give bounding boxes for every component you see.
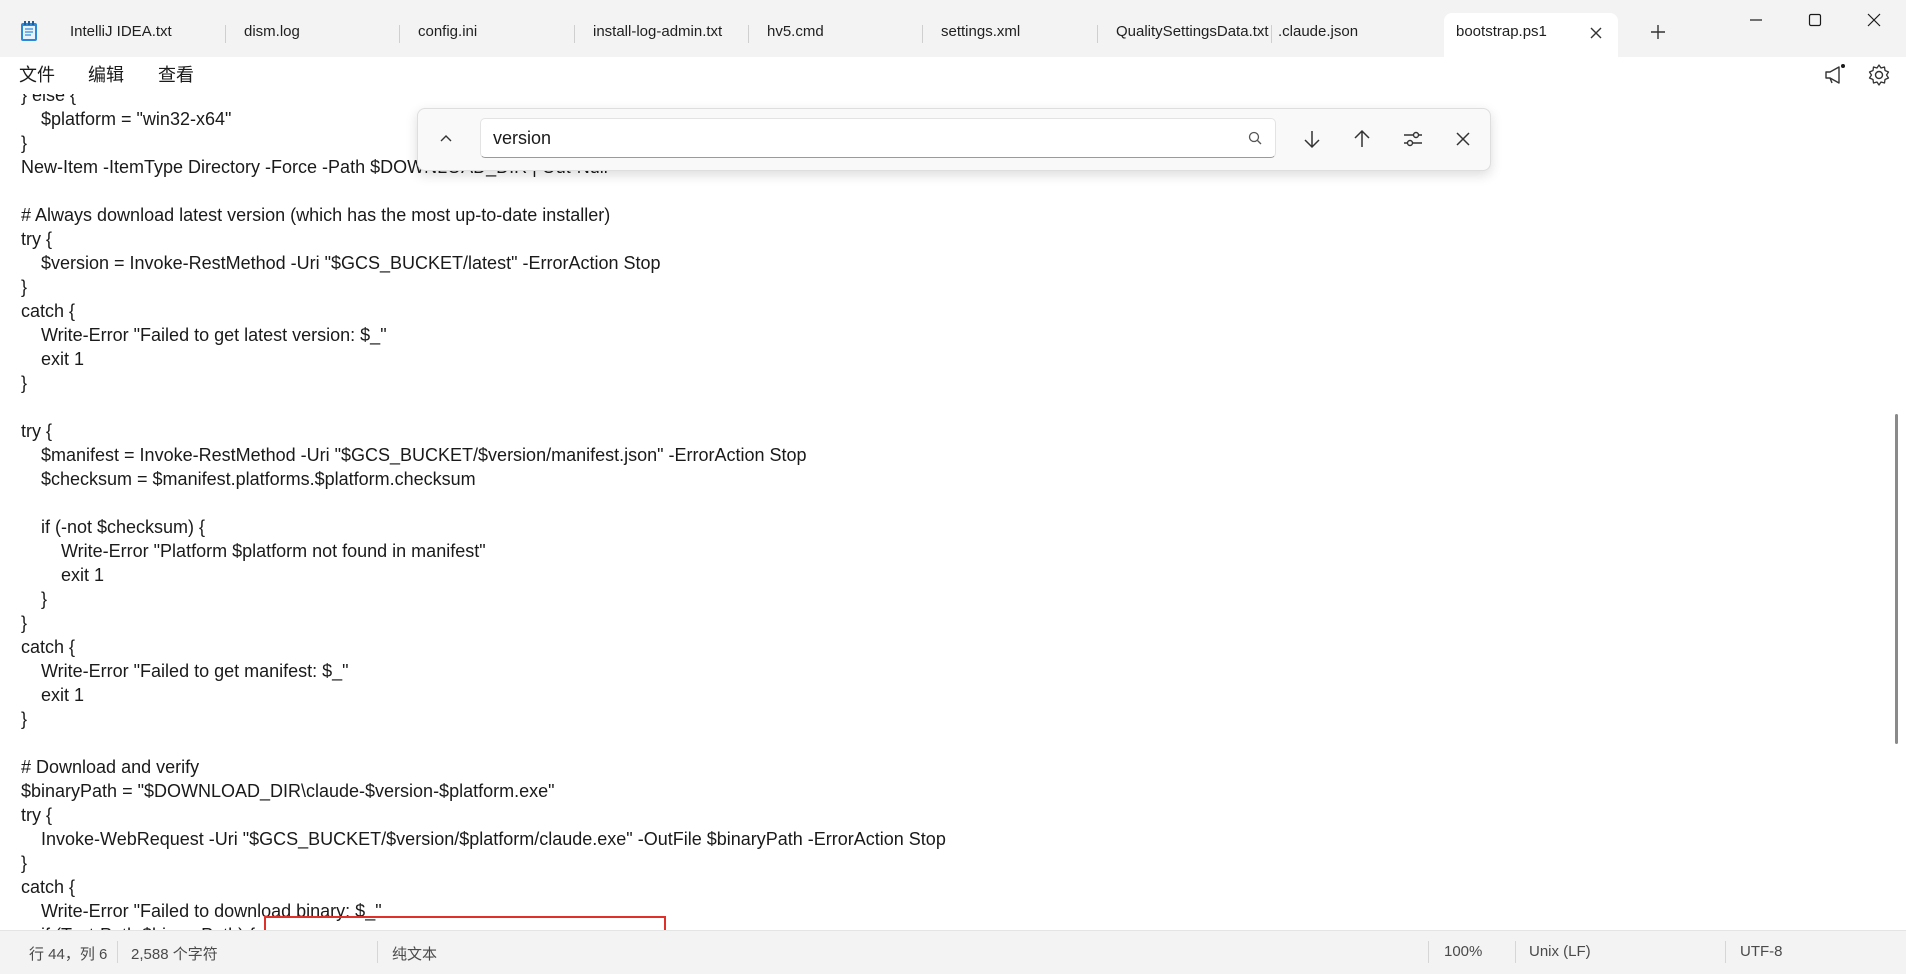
code-content[interactable]: } else {$platform = "win32-x64"} New-Item… [21, 94, 946, 930]
code-line: Invoke-WebRequest -Uri "$GCS_BUCKET/$ver… [41, 829, 946, 849]
tab-label: IntelliJ IDEA.txt [70, 23, 172, 40]
megaphone-icon[interactable] [1822, 62, 1848, 88]
notepad-app-icon [21, 21, 37, 41]
code-line: } [21, 373, 28, 393]
tab-label: bootstrap.ps1 [1456, 23, 1547, 40]
gear-icon[interactable] [1866, 62, 1892, 88]
code-line: catch { [21, 877, 76, 897]
tab-claude-json[interactable]: .claude.json [1272, 13, 1444, 57]
chevron-up-icon [440, 135, 452, 142]
code-line: try { [21, 229, 53, 249]
find-input-wrapper [480, 118, 1276, 158]
code-line: Write-Error "Platform $platform not foun… [61, 541, 486, 561]
code-line: } [21, 853, 28, 873]
search-input[interactable] [493, 126, 1213, 150]
code-line: exit 1 [41, 349, 85, 369]
code-line: } [21, 613, 28, 633]
close-find-button[interactable] [1445, 121, 1481, 157]
menu-bar: 文件 编辑 查看 [0, 57, 1906, 95]
code-line: } else { [21, 94, 77, 105]
code-line: } [41, 589, 48, 609]
tab-label: dism.log [244, 23, 300, 40]
code-line: # Always download latest version (which … [21, 205, 611, 225]
tab-quality-settings-data[interactable]: QualitySettingsData.txt [1098, 13, 1272, 57]
code-line: } [21, 277, 28, 297]
tab-label: hv5.cmd [767, 23, 824, 40]
close-icon [1456, 132, 1470, 146]
tab-config-ini[interactable]: config.ini [400, 13, 575, 57]
code-line: exit 1 [61, 565, 105, 585]
add-tab-icon[interactable] [1648, 22, 1668, 42]
code-line: exit 1 [41, 685, 85, 705]
collapse-find-button[interactable] [428, 121, 464, 157]
tab-dism-log[interactable]: dism.log [226, 13, 400, 57]
code-line: Write-Error "Failed to get manifest: $_" [41, 661, 349, 681]
menu-edit[interactable]: 编辑 [88, 62, 124, 88]
tab-label: config.ini [418, 23, 478, 40]
close-tab-icon[interactable] [1588, 25, 1604, 41]
status-bar: 行 44，列 6 2,588 个字符 纯文本 100% Unix (LF) UT… [0, 930, 1906, 974]
arrow-down-icon [1304, 131, 1320, 149]
tab-label: QualitySettingsData.txt [1116, 23, 1269, 40]
code-line: # Download and verify [21, 757, 200, 777]
code-line: $binaryPath = "$DOWNLOAD_DIR\claude-$ver… [21, 781, 555, 801]
code-line: } [21, 709, 28, 729]
menu-view[interactable]: 查看 [158, 62, 194, 88]
code-line: try { [21, 421, 53, 441]
tab-hv5-cmd[interactable]: hv5.cmd [749, 13, 923, 57]
character-count: 2,588 个字符 [131, 946, 218, 963]
text-format: 纯文本 [392, 946, 438, 963]
tab-intellij-idea[interactable]: IntelliJ IDEA.txt [52, 13, 226, 57]
find-options-button[interactable] [1395, 121, 1431, 157]
tab-install-log-admin[interactable]: install-log-admin.txt [575, 13, 749, 57]
minimize-icon [1750, 19, 1762, 21]
text-editor[interactable]: } else {$platform = "win32-x64"} New-Item… [0, 94, 1906, 930]
code-line: Write-Error "Failed to get latest versio… [41, 325, 387, 345]
code-line: $version = Invoke-RestMethod -Uri "$GCS_… [41, 253, 661, 273]
arrow-up-icon [1354, 129, 1370, 147]
search-icon[interactable] [1247, 130, 1263, 146]
tab-label: .claude.json [1278, 23, 1359, 40]
annotation-highlight-box [264, 916, 666, 930]
cursor-position[interactable]: 行 44，列 6 [29, 943, 107, 964]
maximize-button[interactable] [1786, 0, 1844, 40]
find-next-button[interactable] [1294, 121, 1330, 157]
find-previous-button[interactable] [1344, 121, 1380, 157]
minimize-button[interactable] [1727, 0, 1785, 40]
vertical-scrollbar[interactable] [1895, 414, 1898, 744]
tab-strip: IntelliJ IDEA.txt dism.log config.ini in… [52, 13, 1618, 57]
close-icon [1867, 13, 1881, 27]
menu-file[interactable]: 文件 [19, 62, 55, 88]
line-ending[interactable]: Unix (LF) [1529, 943, 1591, 960]
zoom-level[interactable]: 100% [1444, 943, 1482, 960]
tab-label: install-log-admin.txt [593, 23, 723, 40]
tab-label: settings.xml [941, 23, 1021, 40]
tab-bootstrap-ps1[interactable]: bootstrap.ps1 [1444, 13, 1618, 57]
code-line: catch { [21, 301, 76, 321]
maximize-icon [1808, 13, 1822, 27]
encoding[interactable]: UTF-8 [1740, 943, 1783, 960]
find-panel [417, 108, 1491, 171]
sliders-icon [1404, 131, 1422, 147]
code-line: $checksum = $manifest.platforms.$platfor… [41, 469, 476, 489]
code-line: if (-not $checksum) { [41, 517, 206, 537]
close-window-button[interactable] [1845, 0, 1903, 40]
code-line: $manifest = Invoke-RestMethod -Uri "$GCS… [41, 445, 807, 465]
code-line: catch { [21, 637, 76, 657]
tab-settings-xml[interactable]: settings.xml [923, 13, 1098, 57]
title-bar: IntelliJ IDEA.txt dism.log config.ini in… [0, 0, 1906, 57]
code-line: try { [21, 805, 53, 825]
